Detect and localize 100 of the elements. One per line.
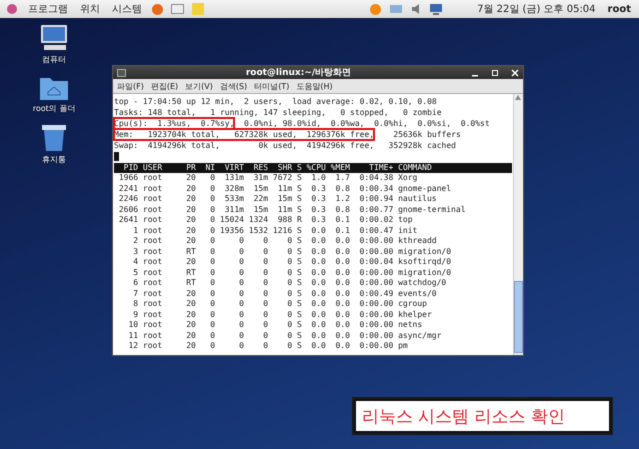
table-cell-text: 1.0 (310, 173, 326, 184)
table-cell-text: 0 (238, 268, 244, 278)
table-cell-text: 0 (286, 330, 292, 341)
table-cell-text: 0.0 (310, 246, 326, 257)
table-cell-text: 0.0 (310, 226, 326, 236)
terminal-text: 0.0%ni, 98.0%id, 0.0%wa, 0.0%hi, 0.0%si, 0.0%st (243, 118, 490, 129)
close-icon[interactable] (511, 68, 519, 76)
table-cell-text: 0 (209, 215, 216, 226)
table-cell: R (296, 215, 302, 226)
table-cell-text: root (142, 320, 164, 330)
menu-item[interactable]: 도움말(H) (296, 80, 333, 92)
table-cell-text: 0 (286, 278, 292, 288)
scroll-thumb[interactable] (514, 281, 523, 353)
scrollbar[interactable] (513, 94, 523, 355)
table-cell-text: 0.0 (310, 310, 326, 320)
table-cell-text: 2641 (118, 215, 138, 226)
desktop-icon-label[interactable]: root의 폴더 (32, 103, 76, 114)
caption-label: 리눅스 시스템 리소스 확인 (354, 399, 611, 433)
table-cell-text: 20 (185, 236, 196, 246)
table-cell-text: 988 (276, 215, 292, 226)
table-cell: S (296, 184, 302, 194)
table-cell-text: 0 (262, 246, 268, 257)
table-cell-text: gnome-terminal (398, 204, 467, 215)
trash-icon[interactable] (41, 124, 67, 152)
table-cell-text: 20 (185, 320, 196, 330)
monitor-icon[interactable] (429, 3, 444, 15)
table-cell-text: 311m (224, 204, 244, 215)
maximize-icon[interactable] (491, 68, 499, 76)
menu-item[interactable]: 터미널(T) (254, 80, 290, 92)
table-cell-text: 0 (286, 268, 292, 278)
user-name[interactable]: root (606, 4, 633, 14)
home-folder-icon[interactable] (39, 75, 69, 101)
speaker-icon[interactable] (411, 3, 422, 15)
table-cell-text: nautilus (398, 194, 438, 204)
table-cell-text: 11m (276, 184, 292, 194)
table-cell-text: 0:00.00 (358, 299, 394, 310)
table-cell-text: 0:00.00 (358, 341, 394, 352)
table-cell-text: 0:00.00 (358, 246, 394, 257)
table-cell-text: 0 (209, 204, 216, 215)
table-cell-text: 15m (276, 194, 292, 204)
menu-item[interactable]: 파일(F) (117, 80, 144, 92)
table-cell-text: 10 (127, 320, 138, 330)
table-cell-text: 20 (185, 215, 196, 226)
table-cell-text: 0:00.00 (358, 330, 394, 341)
table-cell-text: kthreadd (398, 236, 438, 246)
table-cell-text: init (398, 226, 418, 236)
table-cell-text: 0 (238, 278, 244, 288)
panel-menu[interactable]: 프로그램 (26, 2, 70, 16)
column-header: NI (204, 163, 216, 173)
table-cell-text: root (142, 341, 164, 352)
scroll-up-icon[interactable] (514, 94, 522, 101)
table-cell: 19356 (220, 226, 244, 236)
table-cell-text: 0.0 (334, 246, 350, 257)
table-cell-text: 0 (209, 236, 216, 246)
table-cell-text: 0.0 (334, 310, 350, 320)
table-cell-text: 0:00.34 (358, 184, 394, 194)
table-cell-text: 20 (185, 173, 196, 184)
table-cell-text: 1966 (118, 173, 138, 184)
table-cell-text: 0:00.49 (358, 288, 394, 299)
menu-item[interactable]: 검색(S) (220, 80, 248, 92)
table-cell-text: root (142, 278, 164, 288)
panel-menu[interactable]: 시스템 (110, 2, 144, 16)
table-cell-text: 0 (286, 299, 292, 310)
column-header: PID (122, 163, 138, 173)
desktop-icon-label[interactable]: 컴퓨터 (42, 54, 66, 65)
table-cell-text: 0:00.00 (358, 320, 394, 330)
table-cell-text: 1.2 (334, 194, 350, 204)
desktop-icon-label[interactable]: 휴지통 (42, 154, 66, 165)
table-cell-text: 0 (209, 288, 216, 299)
table-cell-text: RT (185, 246, 196, 257)
table-cell: S (296, 226, 302, 236)
menu-item[interactable]: 편집(E) (150, 80, 178, 92)
table-cell: 15024 (220, 215, 244, 226)
table-cell-text: 2241 (118, 184, 138, 194)
table-cell-text: 0.0 (310, 236, 326, 246)
panel-menu[interactable]: 위치 (78, 2, 102, 16)
table-cell-text: 0 (262, 257, 268, 268)
terminal-text: 25636k buffers (392, 129, 461, 140)
table-cell-text: 0 (209, 246, 216, 257)
table-cell-text: migration/0 (398, 268, 452, 278)
clock[interactable]: 7월 22일 (금) 오후 05:04 (475, 2, 598, 16)
table-cell-text: 5 (132, 268, 138, 278)
window-title: root@linux:~/바탕화면 (244, 67, 352, 79)
table-cell: S (296, 257, 302, 268)
table-cell-text: 0 (238, 341, 244, 352)
table-cell-text: 0 (286, 320, 292, 330)
table-cell: S (296, 330, 302, 341)
terminal-text: Tasks: 148 total, 1 running, 147 sleeping, 0 stopped, 0 zombie (114, 107, 442, 118)
table-cell-text: pm (398, 341, 409, 352)
table-cell-text: cgroup (398, 299, 428, 310)
table-cell: 1324 (248, 215, 268, 226)
table-cell-text: 0 (238, 236, 244, 246)
table-cell-text: 0.0 (310, 320, 326, 330)
table-cell: 7672 (272, 173, 292, 184)
table-cell-text: 0 (238, 320, 244, 330)
table-cell-text: migration/0 (398, 246, 452, 257)
computer-icon[interactable] (38, 24, 70, 52)
menu-item[interactable]: 보기(V) (185, 80, 213, 92)
table-cell-text: 0 (262, 341, 268, 352)
table-cell-text: 1.7 (334, 173, 350, 184)
